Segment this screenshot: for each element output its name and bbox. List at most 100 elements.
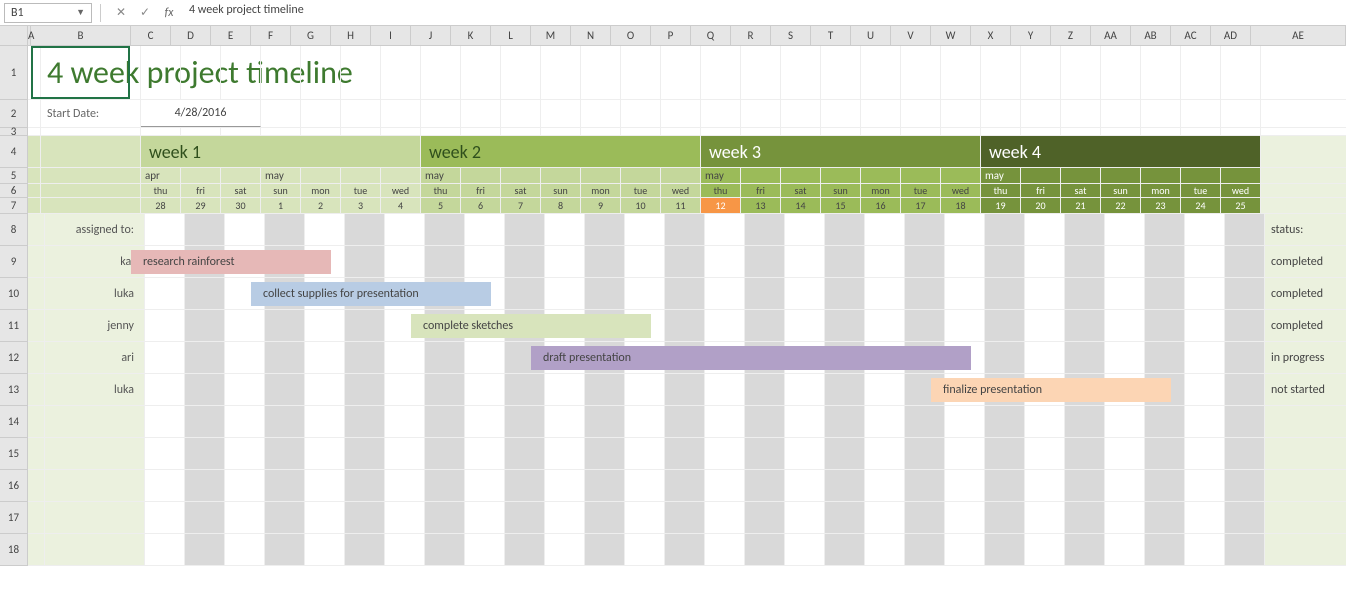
cell[interactable] <box>625 214 665 245</box>
cell[interactable] <box>1225 246 1265 277</box>
cell[interactable] <box>465 502 505 533</box>
cell[interactable] <box>1261 184 1346 197</box>
cell[interactable] <box>1185 470 1225 501</box>
row-header[interactable]: 2 <box>0 100 27 128</box>
cell[interactable] <box>185 438 225 469</box>
cell[interactable] <box>1021 46 1061 99</box>
cell[interactable] <box>1065 246 1105 277</box>
cell[interactable] <box>265 502 305 533</box>
cell[interactable] <box>1221 46 1261 99</box>
cell[interactable] <box>625 278 665 309</box>
cell[interactable] <box>425 374 465 405</box>
cell[interactable] <box>1105 534 1145 565</box>
row-header[interactable]: 18 <box>0 534 27 566</box>
cell[interactable] <box>705 502 745 533</box>
cell[interactable] <box>1105 342 1145 373</box>
cell[interactable] <box>185 342 225 373</box>
cell[interactable] <box>465 342 505 373</box>
cell[interactable] <box>1065 406 1105 437</box>
cell[interactable] <box>185 374 225 405</box>
cell[interactable] <box>901 128 941 135</box>
column-header[interactable]: E <box>211 26 251 45</box>
row-header[interactable]: 10 <box>0 278 27 310</box>
column-header[interactable]: AE <box>1251 26 1346 45</box>
cell[interactable] <box>221 46 261 99</box>
cell[interactable] <box>28 470 45 501</box>
cell[interactable] <box>665 438 705 469</box>
cell[interactable] <box>28 184 41 197</box>
cell[interactable] <box>865 310 905 341</box>
cell[interactable] <box>741 100 781 127</box>
cell[interactable] <box>1261 46 1346 99</box>
cell[interactable] <box>28 278 45 309</box>
cell[interactable] <box>1265 534 1346 565</box>
cell[interactable] <box>985 310 1025 341</box>
cell[interactable] <box>545 438 585 469</box>
cell[interactable] <box>1061 128 1101 135</box>
cell[interactable] <box>945 214 985 245</box>
cell[interactable] <box>225 406 265 437</box>
cell[interactable] <box>945 470 985 501</box>
column-header[interactable]: AC <box>1171 26 1211 45</box>
cell[interactable] <box>505 214 545 245</box>
column-header[interactable]: B <box>31 26 131 45</box>
cell[interactable] <box>465 470 505 501</box>
cell[interactable] <box>625 470 665 501</box>
cells-area[interactable]: 4 week project timelineStart Date:4/28/2… <box>28 46 1346 566</box>
cell[interactable] <box>1261 128 1346 135</box>
cell[interactable] <box>625 438 665 469</box>
cell[interactable] <box>865 502 905 533</box>
cell[interactable] <box>1185 214 1225 245</box>
row-header[interactable]: 11 <box>0 310 27 342</box>
cell[interactable] <box>305 214 345 245</box>
cell[interactable] <box>28 438 45 469</box>
cell[interactable] <box>145 534 185 565</box>
cell[interactable] <box>181 46 221 99</box>
cell[interactable] <box>745 502 785 533</box>
cell[interactable] <box>421 46 461 99</box>
cell[interactable] <box>1145 214 1185 245</box>
cell[interactable] <box>1065 214 1105 245</box>
cell[interactable] <box>1065 310 1105 341</box>
cell[interactable] <box>781 100 821 127</box>
cell[interactable] <box>385 374 425 405</box>
cell[interactable] <box>745 278 785 309</box>
cell[interactable] <box>861 100 901 127</box>
cell[interactable] <box>425 214 465 245</box>
cell[interactable] <box>345 342 385 373</box>
cell[interactable] <box>341 46 381 99</box>
cell[interactable] <box>825 534 865 565</box>
chevron-down-icon[interactable]: ▼ <box>76 7 85 18</box>
cell[interactable] <box>745 406 785 437</box>
cell[interactable] <box>585 406 625 437</box>
column-header[interactable]: Z <box>1051 26 1091 45</box>
cell[interactable] <box>945 310 985 341</box>
cell[interactable] <box>705 438 745 469</box>
cell[interactable] <box>45 406 145 437</box>
cell[interactable] <box>305 310 345 341</box>
cell[interactable] <box>185 502 225 533</box>
cell[interactable] <box>1065 502 1105 533</box>
cell[interactable] <box>1105 502 1145 533</box>
cell[interactable] <box>305 502 345 533</box>
cell[interactable] <box>145 438 185 469</box>
cell[interactable] <box>825 310 865 341</box>
cell[interactable] <box>305 470 345 501</box>
cell[interactable] <box>465 438 505 469</box>
column-header[interactable]: AB <box>1131 26 1171 45</box>
cell[interactable] <box>905 246 945 277</box>
cell[interactable] <box>865 214 905 245</box>
cell[interactable] <box>585 246 625 277</box>
cell[interactable] <box>1185 438 1225 469</box>
column-header[interactable]: T <box>811 26 851 45</box>
cell[interactable] <box>28 168 41 183</box>
column-header[interactable]: J <box>411 26 451 45</box>
cell[interactable] <box>665 502 705 533</box>
cell[interactable] <box>1105 470 1145 501</box>
cell[interactable] <box>381 128 421 135</box>
cell[interactable] <box>225 214 265 245</box>
cell[interactable] <box>225 438 265 469</box>
row-header[interactable]: 14 <box>0 406 27 438</box>
cell[interactable] <box>985 406 1025 437</box>
cell[interactable] <box>265 374 305 405</box>
